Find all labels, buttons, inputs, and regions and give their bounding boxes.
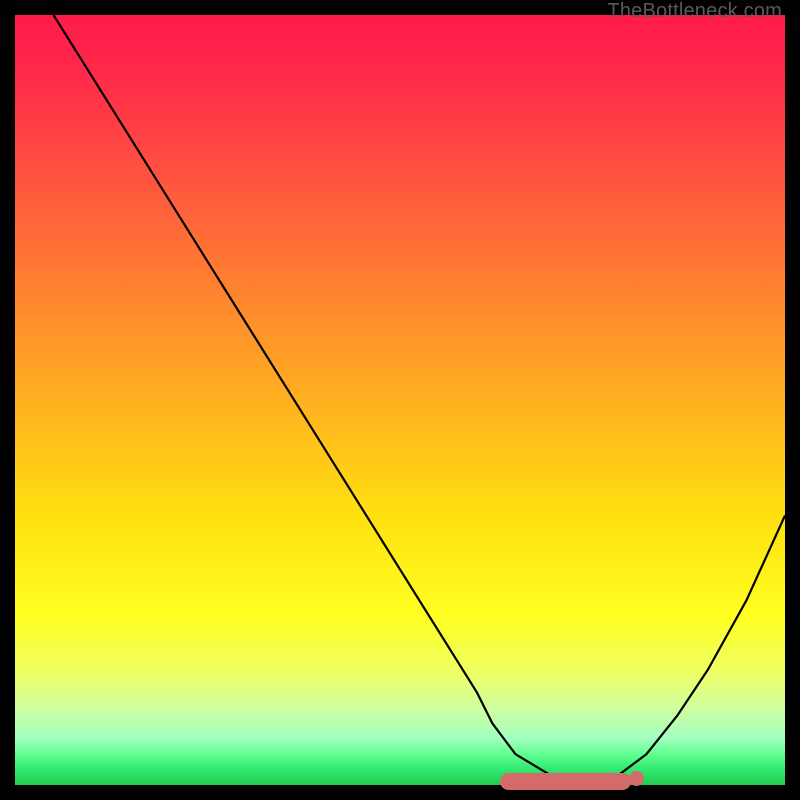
chart-container: TheBottleneck.com [0,0,800,800]
recommended-range-bar [500,773,631,790]
watermark-text: TheBottleneck.com [607,0,782,23]
bottleneck-curve [15,15,785,785]
